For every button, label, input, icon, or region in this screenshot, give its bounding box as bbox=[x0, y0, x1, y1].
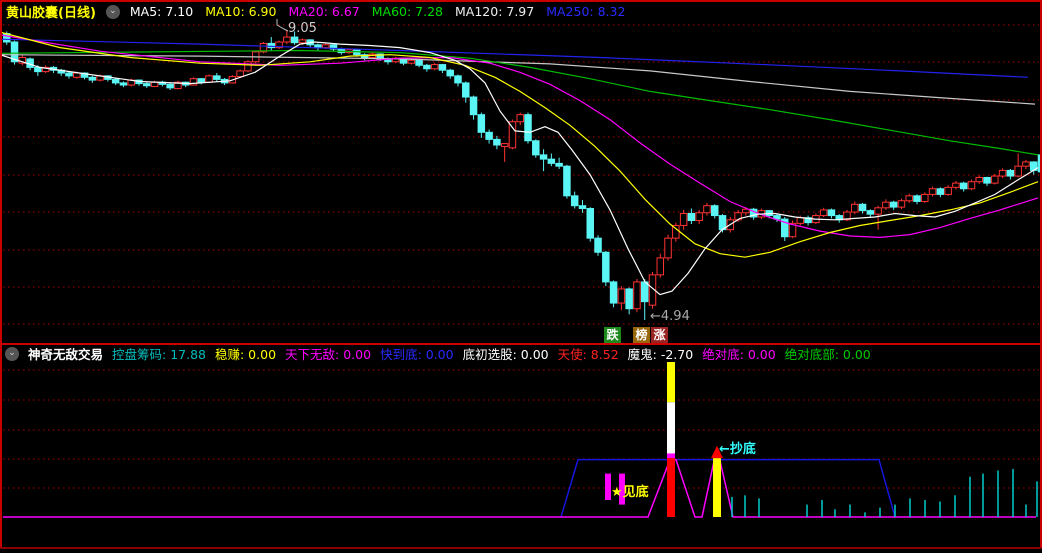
bottom-confirmed-signal-label: ★见底 bbox=[611, 485, 649, 500]
stock-title[interactable]: 黄山胶囊(日线) bbox=[6, 2, 96, 21]
indicator-gridlines bbox=[3, 369, 1039, 489]
indicator-chart[interactable] bbox=[0, 0, 1042, 553]
ma-label: MA20: 6.67 bbox=[288, 4, 360, 19]
indicator-values: 控盘筹码: 17.88 稳赚: 0.00 天下无敌: 0.00 快到底: 0.00 底初… bbox=[112, 344, 871, 363]
buy-dip-signal-label: ←抄底 bbox=[719, 442, 756, 457]
indicator-value-label: 天使: 8.52 bbox=[557, 347, 619, 362]
signal-bars-layer bbox=[667, 362, 723, 517]
indicator-name[interactable]: 神奇无敌交易 bbox=[28, 344, 103, 363]
indicator-header: ⌄ 神奇无敌交易 控盘筹码: 17.88 稳赚: 0.00 天下无敌: 0.00 快到… bbox=[5, 344, 871, 363]
window-border-left bbox=[0, 0, 2, 548]
indicator-value-label: 天下无敌: 0.00 bbox=[285, 347, 372, 362]
indicator-value-label: 控盘筹码: 17.88 bbox=[112, 347, 206, 362]
badge-fall: 跌 bbox=[604, 327, 621, 343]
badge-list: 榜 bbox=[633, 327, 650, 343]
low-price-annotation: ←4.94 bbox=[650, 309, 690, 324]
ma-label: MA60: 7.28 bbox=[371, 4, 443, 19]
indicator-value-label: 底初选股: 0.00 bbox=[462, 347, 549, 362]
ma-label: MA250: 8.32 bbox=[546, 4, 626, 19]
app-window: 黄山胶囊(日线) ⌄ MA5: 7.10 MA10: 6.90 MA20: 6.67… bbox=[0, 0, 1042, 553]
ma-values: MA5: 7.10 MA10: 6.90 MA20: 6.67 MA60: 7.28 M… bbox=[130, 4, 626, 19]
window-border-bottom bbox=[0, 547, 1042, 549]
high-price-annotation: 9.05 bbox=[288, 21, 317, 36]
indicator-value-label: 魔鬼: -2.70 bbox=[627, 347, 694, 362]
indicator-value-label: 快到底: 0.00 bbox=[380, 347, 454, 362]
ma-label: MA10: 6.90 bbox=[205, 4, 277, 19]
indicator-value-label: 绝对底: 0.00 bbox=[702, 347, 776, 362]
indicator-value-label: 稳赚: 0.00 bbox=[215, 347, 277, 362]
window-border-top bbox=[0, 0, 1042, 2]
main-title-bar: 黄山胶囊(日线) ⌄ MA5: 7.10 MA10: 6.90 MA20: 6.67… bbox=[6, 2, 626, 21]
chevron-down-icon[interactable]: ⌄ bbox=[105, 4, 120, 19]
badge-rise: 涨 bbox=[651, 327, 668, 343]
volume-spikes-layer bbox=[731, 468, 1038, 517]
chevron-down-icon[interactable]: ⌄ bbox=[5, 346, 19, 361]
ma-label: MA120: 7.97 bbox=[455, 4, 535, 19]
ma-label: MA5: 7.10 bbox=[129, 4, 194, 19]
indicator-value-label: 绝对底部: 0.00 bbox=[784, 347, 871, 362]
